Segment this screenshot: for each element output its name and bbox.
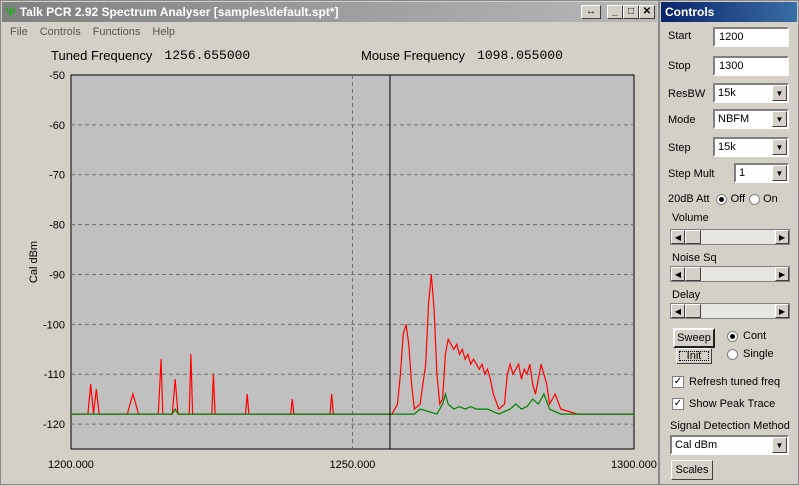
single-label[interactable]: Single [743, 348, 774, 360]
step-value: 15k [718, 141, 736, 153]
detect-value: Cal dBm [675, 439, 718, 451]
chevron-down-icon[interactable]: ▼ [772, 165, 787, 181]
stepmult-row: Step Mult [668, 168, 714, 180]
scroll-left-icon[interactable]: ◀ [671, 304, 685, 318]
stop-label: Stop [668, 60, 691, 72]
mode-select[interactable]: NBFM ▼ [713, 109, 789, 129]
detect-row: Signal Detection Method [670, 420, 790, 432]
delay-slider[interactable]: ◀ ▶ [670, 303, 790, 319]
chevron-down-icon[interactable]: ▼ [772, 85, 787, 101]
att-off-radio[interactable] [715, 193, 727, 205]
stop-input[interactable]: 1300 [713, 56, 789, 76]
stepmult-value: 1 [739, 167, 746, 179]
noisesq-slider[interactable]: ◀ ▶ [670, 266, 790, 282]
refresh-option: ✓ Refresh tuned freq [672, 376, 780, 388]
y-tick-label: -90 [49, 269, 65, 281]
step-select[interactable]: 15k ▼ [713, 137, 789, 157]
volume-slider[interactable]: ◀ ▶ [670, 229, 790, 245]
scroll-left-icon[interactable]: ◀ [671, 230, 685, 244]
peak-checkbox[interactable]: ✓ [672, 398, 684, 410]
x-tick-label: 1200.000 [48, 459, 94, 471]
chevron-down-icon[interactable]: ▼ [772, 139, 787, 155]
stepmult-label: Step Mult [668, 168, 715, 180]
delay-thumb[interactable] [685, 304, 701, 318]
y-tick-label: -120 [43, 419, 65, 431]
scroll-right-icon[interactable]: ▶ [775, 267, 789, 281]
step-row: Step [668, 142, 691, 154]
volume-row: Volume [672, 212, 709, 224]
cont-label[interactable]: Cont [743, 330, 766, 342]
peak-option: ✓ Show Peak Trace [672, 398, 775, 410]
noisesq-row: Noise Sq [672, 252, 717, 264]
resbw-row: ResBW [668, 88, 705, 100]
volume-label: Volume [672, 212, 709, 224]
start-input[interactable]: 1200 [713, 27, 789, 47]
resbw-value: 15k [718, 87, 736, 99]
noisesq-label: Noise Sq [672, 252, 717, 264]
resbw-select[interactable]: 15k ▼ [713, 83, 789, 103]
controls-title: Controls [665, 5, 715, 19]
controls-title-bar[interactable]: Controls [661, 2, 797, 22]
detect-select[interactable]: Cal dBm ▼ [670, 435, 789, 455]
stop-row: Stop [668, 60, 691, 72]
y-tick-label: -70 [49, 170, 65, 182]
spectrum-chart[interactable]: -50 -60 -70 -80 -90 -100 -110 -120 1200.000 1250.… [1, 1, 660, 486]
init-button[interactable]: Init [676, 348, 712, 364]
mode-row: Mode [668, 114, 696, 126]
volume-thumb[interactable] [685, 230, 701, 244]
chevron-down-icon[interactable]: ▼ [772, 437, 787, 453]
mode-value: NBFM [718, 113, 750, 125]
refresh-checkbox[interactable]: ✓ [672, 376, 684, 388]
scroll-right-icon[interactable]: ▶ [775, 304, 789, 318]
delay-row: Delay [672, 289, 700, 301]
att-label: 20dB Att [668, 193, 710, 205]
scales-button[interactable]: Scales [671, 460, 713, 480]
spectrum-analyser-window: Ψ Talk PCR 2.92 Spectrum Analyser [sampl… [0, 0, 659, 485]
x-tick-label: 1300.000 [611, 459, 657, 471]
single-radio[interactable] [727, 348, 738, 360]
chevron-down-icon[interactable]: ▼ [772, 111, 787, 127]
x-tick-label: 1250.000 [330, 459, 376, 471]
y-tick-label: -80 [49, 220, 65, 232]
start-label: Start [668, 30, 692, 42]
cont-radio[interactable] [727, 330, 738, 342]
scroll-right-icon[interactable]: ▶ [775, 230, 789, 244]
y-tick-label: -50 [49, 70, 65, 82]
y-tick-label: -110 [44, 369, 65, 381]
delay-label: Delay [672, 289, 701, 301]
step-label: Step [668, 142, 691, 154]
scroll-left-icon[interactable]: ◀ [671, 267, 685, 281]
y-tick-label: -60 [49, 120, 65, 132]
att-on-radio[interactable] [749, 193, 761, 205]
att-off-label[interactable]: Off [731, 193, 745, 205]
refresh-label[interactable]: Refresh tuned freq [689, 376, 780, 388]
detect-label: Signal Detection Method [670, 420, 790, 432]
mode-label: Mode [668, 114, 696, 126]
start-row: Start [668, 30, 691, 42]
y-tick-label: -100 [43, 319, 65, 331]
stepmult-select[interactable]: 1 ▼ [734, 163, 789, 183]
single-option: Single [727, 348, 774, 360]
y-axis-label: Cal dBm [28, 241, 40, 283]
attenuator-row: 20dB Att Off On [668, 193, 778, 205]
att-on-label[interactable]: On [763, 193, 778, 205]
sweep-button[interactable]: Sweep [673, 328, 715, 348]
resbw-label: ResBW [668, 88, 706, 100]
noisesq-thumb[interactable] [685, 267, 701, 281]
cont-option: Cont [727, 330, 766, 342]
peak-label[interactable]: Show Peak Trace [689, 398, 775, 410]
